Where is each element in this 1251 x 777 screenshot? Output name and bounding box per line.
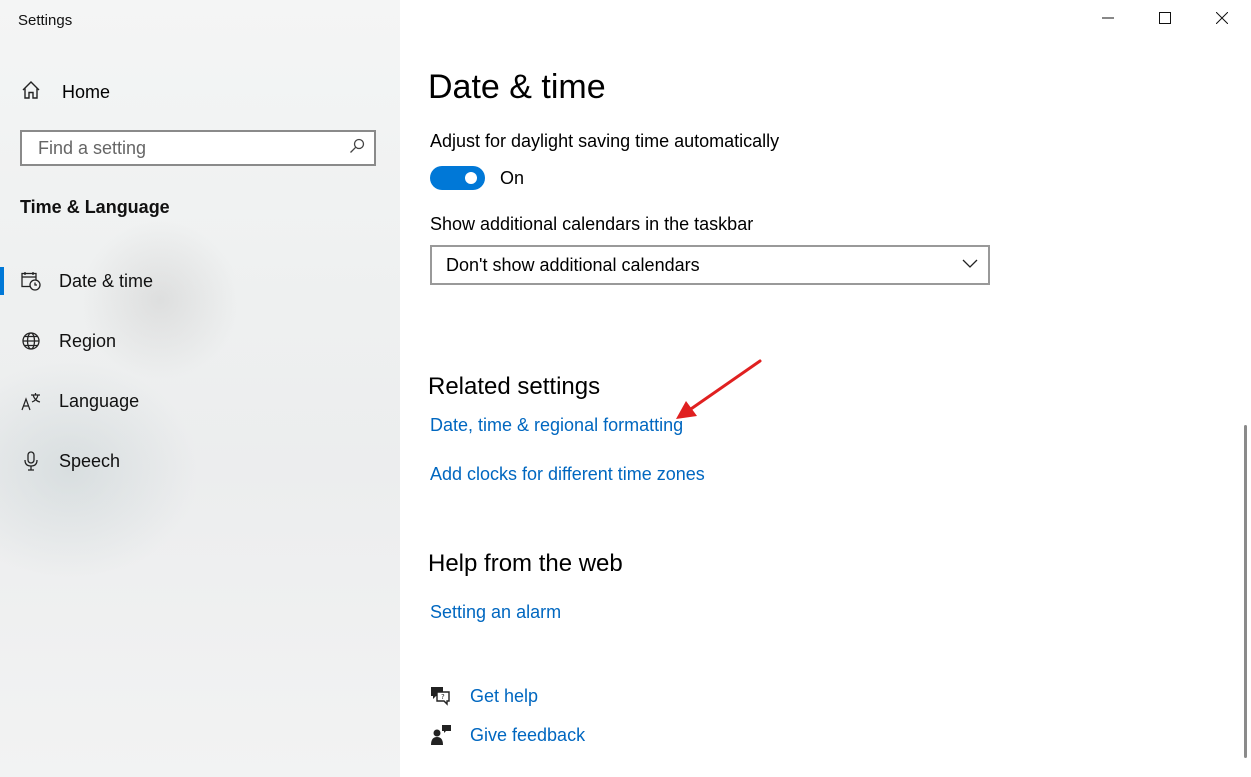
selected-indicator bbox=[0, 267, 4, 295]
sidebar-item-label: Date & time bbox=[59, 270, 154, 291]
calendar-clock-icon bbox=[20, 270, 42, 292]
microphone-icon bbox=[20, 450, 42, 472]
window-title: Settings bbox=[18, 12, 73, 29]
calendars-dropdown[interactable]: Don't show additional calendars bbox=[430, 245, 990, 285]
chevron-down-icon bbox=[962, 256, 978, 274]
add-clocks-link[interactable]: Add clocks for different time zones bbox=[430, 464, 705, 485]
sidebar-item-date-time[interactable]: Date & time bbox=[0, 261, 400, 301]
dst-toggle-state: On bbox=[500, 168, 525, 188]
give-feedback-label: Give feedback bbox=[470, 724, 586, 745]
search-icon[interactable] bbox=[348, 137, 366, 160]
page-title: Date & time bbox=[428, 68, 606, 106]
sidebar-section-title: Time & Language bbox=[20, 197, 170, 217]
calendars-label: Show additional calendars in the taskbar bbox=[430, 214, 754, 234]
sidebar: Settings Home Time & Language bbox=[0, 0, 400, 777]
search-input[interactable] bbox=[36, 136, 348, 160]
svg-text:?: ? bbox=[441, 693, 445, 701]
setting-alarm-link[interactable]: Setting an alarm bbox=[430, 602, 561, 623]
language-icon bbox=[20, 390, 42, 412]
chat-help-icon: ? bbox=[428, 684, 454, 708]
sidebar-item-label: Language bbox=[59, 390, 140, 411]
sidebar-item-language[interactable]: Language bbox=[0, 381, 400, 421]
related-settings-heading: Related settings bbox=[428, 373, 601, 400]
sidebar-item-label: Region bbox=[59, 330, 117, 351]
sidebar-item-label: Speech bbox=[59, 450, 121, 471]
get-help-label: Get help bbox=[470, 685, 539, 706]
sidebar-item-region[interactable]: Region bbox=[0, 321, 400, 361]
sidebar-home-label: Home bbox=[62, 81, 111, 102]
feedback-icon bbox=[428, 723, 454, 747]
dst-label: Adjust for daylight saving time automati… bbox=[430, 131, 780, 151]
give-feedback-link[interactable]: Give feedback bbox=[428, 721, 585, 749]
sidebar-item-speech[interactable]: Speech bbox=[0, 441, 400, 481]
search-box[interactable] bbox=[20, 130, 376, 166]
calendars-dropdown-value: Don't show additional calendars bbox=[446, 254, 700, 275]
vertical-scrollbar[interactable] bbox=[1244, 425, 1247, 758]
help-from-web-heading: Help from the web bbox=[428, 550, 623, 577]
regional-formatting-link[interactable]: Date, time & regional formatting bbox=[430, 415, 683, 436]
dst-toggle[interactable] bbox=[430, 166, 485, 190]
home-icon bbox=[20, 79, 42, 106]
get-help-link[interactable]: ? Get help bbox=[428, 682, 538, 710]
globe-icon bbox=[20, 330, 42, 352]
toggle-knob bbox=[465, 172, 477, 184]
main-content: Date & time Adjust for daylight saving t… bbox=[400, 0, 1251, 777]
sidebar-home[interactable]: Home bbox=[20, 78, 110, 106]
